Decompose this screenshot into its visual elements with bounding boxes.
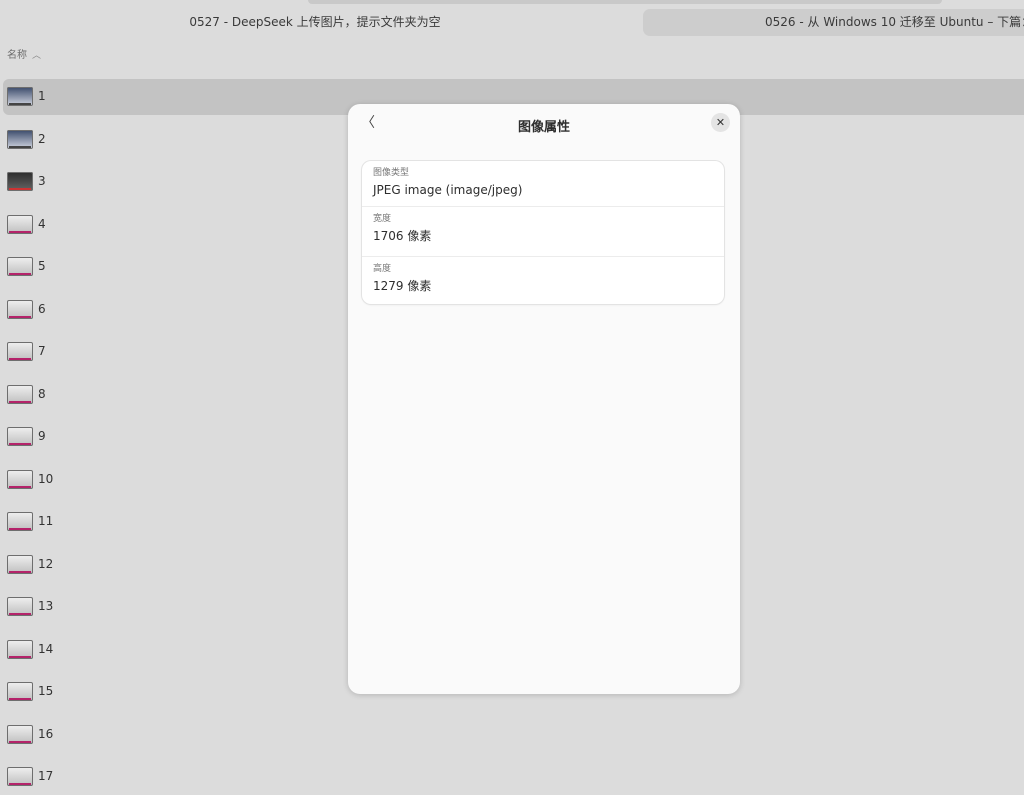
- property-value: 1706 像素: [373, 229, 432, 243]
- image-thumbnail: [7, 215, 33, 234]
- property-height: 高度 1279 像素: [362, 257, 724, 304]
- file-name: 9: [38, 429, 46, 443]
- image-thumbnail: [7, 512, 33, 531]
- close-icon: ✕: [715, 116, 726, 129]
- image-thumbnail: [7, 427, 33, 446]
- property-value: 1279 像素: [373, 279, 432, 293]
- property-value: JPEG image (image/jpeg): [373, 183, 523, 197]
- property-label: 图像类型: [373, 168, 410, 178]
- file-name: 8: [38, 387, 46, 401]
- properties-card: 图像类型 JPEG image (image/jpeg) 宽度 1706 像素 …: [362, 161, 724, 304]
- file-name: 6: [38, 302, 46, 316]
- file-name: 5: [38, 259, 46, 273]
- close-button[interactable]: ✕: [711, 113, 730, 132]
- property-label: 宽度: [373, 214, 392, 224]
- image-properties-dialog: 〈 图像属性 ✕ 图像类型 JPEG image (image/jpeg) 宽度…: [348, 104, 740, 694]
- image-thumbnail: [7, 725, 33, 744]
- tab-label: 0527 - DeepSeek 上传图片，提示文件夹为空: [189, 15, 441, 29]
- image-thumbnail: [7, 130, 33, 149]
- image-thumbnail: [7, 767, 33, 786]
- image-thumbnail: [7, 470, 33, 489]
- image-thumbnail: [7, 87, 33, 106]
- image-thumbnail: [7, 257, 33, 276]
- file-name: 14: [38, 642, 54, 656]
- file-row[interactable]: 16: [3, 717, 1024, 753]
- file-row[interactable]: 17: [3, 759, 1024, 795]
- property-label: 高度: [373, 264, 392, 274]
- image-thumbnail: [7, 385, 33, 404]
- image-thumbnail: [7, 342, 33, 361]
- property-image-type: 图像类型 JPEG image (image/jpeg): [362, 161, 724, 207]
- column-header-label: 名称: [7, 50, 27, 61]
- tab-label: 0526 - 从 Windows 10 迁移至 Ubuntu – 下篇：Ub: [765, 15, 1024, 29]
- image-thumbnail: [7, 597, 33, 616]
- file-name: 3: [38, 174, 46, 188]
- file-name: 16: [38, 727, 54, 741]
- property-width: 宽度 1706 像素: [362, 207, 724, 257]
- image-thumbnail: [7, 682, 33, 701]
- file-name: 4: [38, 217, 46, 231]
- file-name: 12: [38, 557, 54, 571]
- top-strip: [308, 0, 942, 4]
- image-thumbnail: [7, 640, 33, 659]
- image-thumbnail: [7, 172, 33, 191]
- column-header-name[interactable]: 名称 ︿: [7, 46, 41, 61]
- file-name: 11: [38, 514, 54, 528]
- tab-deepseek[interactable]: 0527 - DeepSeek 上传图片，提示文件夹为空: [165, 9, 465, 36]
- file-name: 10: [38, 472, 54, 486]
- file-name: 17: [38, 769, 54, 783]
- file-name: 15: [38, 684, 54, 698]
- image-thumbnail: [7, 555, 33, 574]
- tab-windows-to-ubuntu[interactable]: 0526 - 从 Windows 10 迁移至 Ubuntu – 下篇：Ub: [643, 9, 1024, 36]
- file-name: 7: [38, 344, 46, 358]
- dialog-title: 图像属性: [517, 120, 570, 135]
- file-name: 1: [38, 89, 46, 103]
- chevron-up-icon: ︿: [32, 51, 42, 61]
- file-name: 13: [38, 599, 54, 613]
- file-name: 2: [38, 132, 46, 146]
- image-thumbnail: [7, 300, 33, 319]
